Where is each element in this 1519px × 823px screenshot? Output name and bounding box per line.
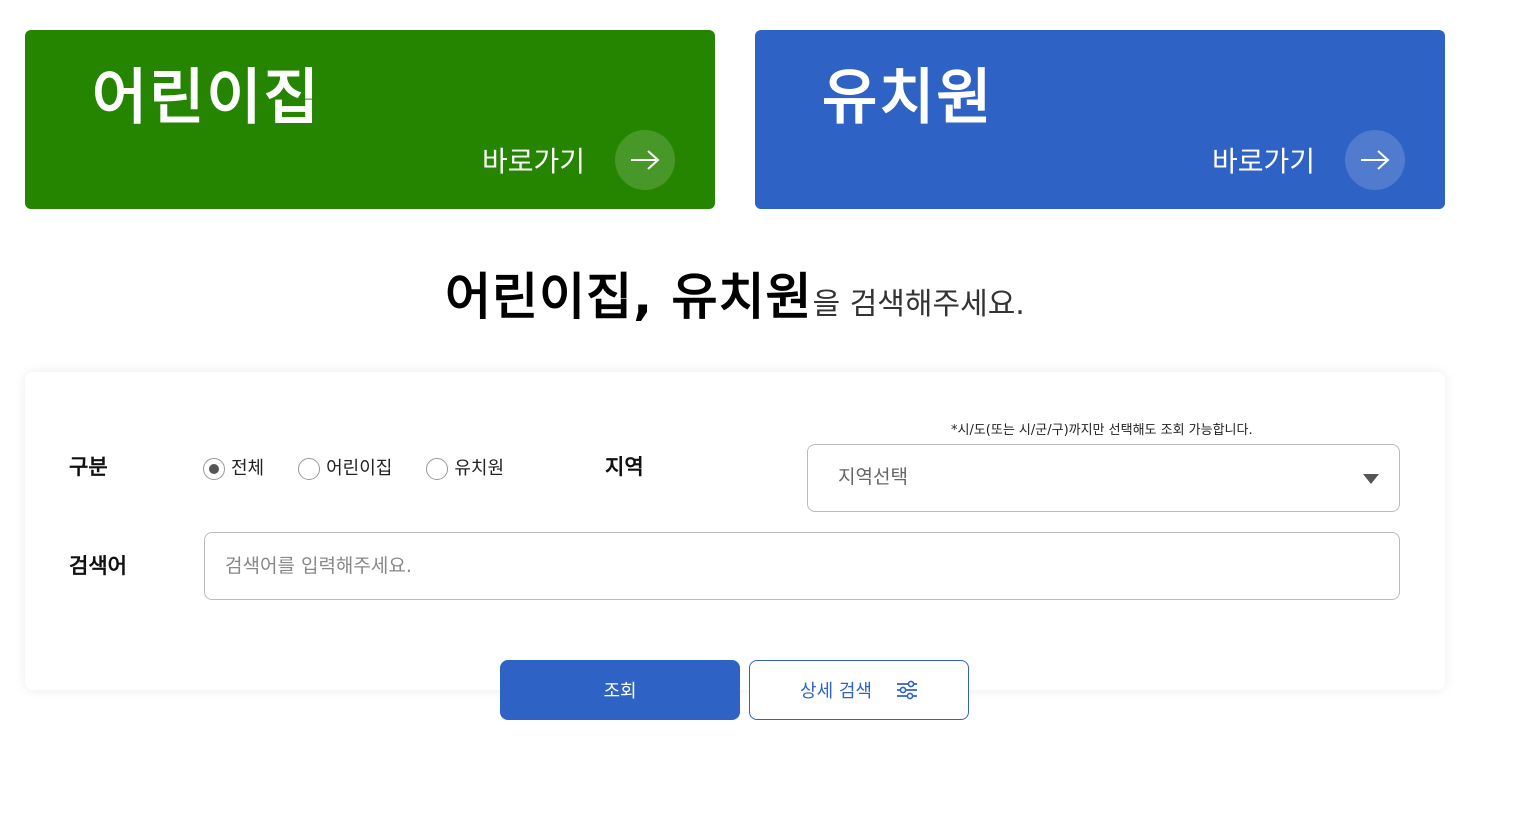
region-select[interactable]: 지역선택	[807, 444, 1400, 512]
radio-option-daycare[interactable]: 어린이집	[298, 456, 392, 482]
arrow-right-icon-svg	[1361, 150, 1390, 170]
detail-search-button[interactable]: 상세 검색	[749, 660, 969, 720]
detail-search-label: 상세 검색	[800, 681, 872, 702]
kindergarten-banner[interactable]: 유치원 바로가기	[755, 30, 1445, 209]
kindergarten-banner-title: 유치원	[822, 63, 994, 133]
radio-button[interactable]	[426, 458, 449, 480]
caret-down-icon	[1363, 474, 1379, 484]
radio-label: 전체	[231, 458, 265, 479]
keyword-label: 검색어	[69, 554, 127, 578]
submit-search-button[interactable]: 조회	[500, 660, 740, 720]
region-select-value: 지역선택	[838, 466, 908, 488]
kindergarten-banner-link[interactable]: 바로가기	[1212, 142, 1315, 182]
region-note: *시/도(또는 시/군/구)까지만 선택해도 조회 가능합니다.	[951, 423, 1253, 438]
daycare-banner[interactable]: 어린이집 바로가기	[25, 30, 715, 209]
keyword-input[interactable]	[204, 532, 1400, 600]
radio-label: 어린이집	[326, 458, 393, 479]
region-label: 지역	[605, 455, 644, 479]
category-radio-group: 전체 어린이집 유치원	[203, 456, 538, 482]
radio-option-all[interactable]: 전체	[203, 456, 264, 482]
daycare-banner-title: 어린이집	[92, 63, 321, 133]
radio-option-kindergarten[interactable]: 유치원	[426, 456, 504, 482]
submit-search-label: 조회	[603, 681, 637, 702]
daycare-banner-link[interactable]: 바로가기	[482, 142, 585, 182]
radio-button[interactable]	[298, 458, 321, 480]
headline-strong: 어린이집, 유치원	[445, 268, 813, 326]
headline-light: 을 검색해주세요.	[812, 287, 1025, 322]
arrow-right-icon[interactable]	[615, 130, 675, 190]
category-label: 구분	[69, 455, 108, 479]
search-headline: 어린이집, 유치원을 검색해주세요.	[0, 262, 1470, 344]
radio-button[interactable]	[203, 458, 225, 480]
search-panel: 구분 전체 어린이집 유치원 지역 *시/도(또는 시/군/구)까지만 선택해도…	[25, 372, 1445, 690]
arrow-right-icon[interactable]	[1345, 130, 1405, 190]
sliders-icon	[896, 680, 917, 700]
arrow-right-icon-svg	[631, 150, 660, 170]
radio-label: 유치원	[454, 458, 505, 479]
